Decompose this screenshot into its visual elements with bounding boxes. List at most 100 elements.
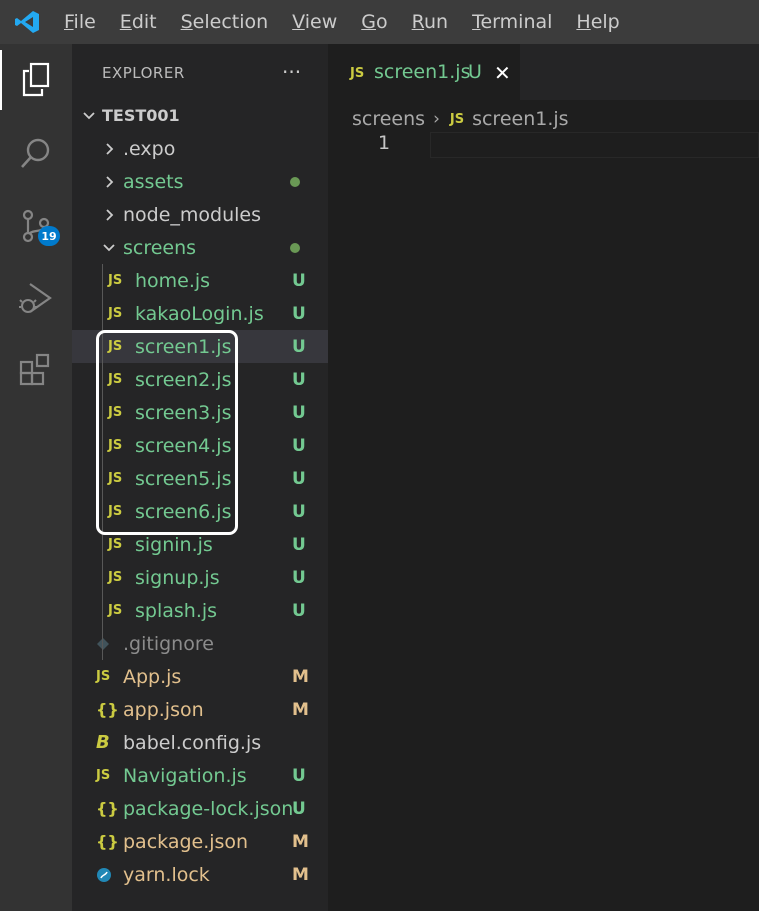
tree-item-label: kakaoLogin.js	[135, 302, 264, 325]
tree-file[interactable]: {} app.json M	[72, 693, 328, 726]
tree-folder[interactable]: node_modules	[72, 198, 328, 231]
tree-item-label: babel.config.js	[123, 731, 262, 754]
git-status: U	[292, 501, 306, 522]
git-status: M	[292, 831, 309, 852]
chevron-right-icon	[106, 142, 114, 155]
chevron-down-icon	[103, 243, 115, 251]
babel-file-icon: B	[96, 732, 110, 753]
tree-file[interactable]: JS App.js M	[72, 660, 328, 693]
git-status: U	[292, 270, 306, 291]
explorer-icon[interactable]	[0, 50, 72, 110]
tree-file[interactable]: JS splash.js U	[72, 594, 328, 627]
git-status: U	[292, 468, 306, 489]
tree-file[interactable]: JS kakaoLogin.js U	[72, 297, 328, 330]
tree-file[interactable]: Bbabel.config.js	[72, 726, 328, 759]
tree-item-label: signin.js	[135, 533, 213, 556]
tree-item-label: yarn.lock	[123, 863, 210, 886]
json-file-icon: {}	[96, 799, 119, 818]
menu-terminal[interactable]: Terminal	[472, 11, 552, 33]
json-file-icon: {}	[96, 700, 119, 719]
menu-file[interactable]: File	[64, 11, 96, 33]
close-icon[interactable]: ✕	[494, 61, 511, 85]
editor-area: JS screen1.js U ✕ screens › JS screen1.j…	[328, 44, 759, 911]
search-icon[interactable]	[0, 124, 72, 184]
tree-folder[interactable]: screens	[72, 231, 328, 264]
breadcrumb-file[interactable]: screen1.js	[472, 108, 568, 130]
status-dot	[290, 176, 300, 187]
more-actions-icon[interactable]: ···	[282, 60, 301, 84]
git-status: U	[292, 336, 306, 357]
run-debug-icon[interactable]	[0, 268, 72, 328]
git-status: M	[292, 864, 309, 885]
json-file-icon: {}	[96, 832, 119, 851]
menu-help[interactable]: Help	[576, 11, 619, 33]
explorer-title: EXPLORER	[102, 64, 185, 82]
menu-run[interactable]: Run	[412, 11, 448, 33]
tree-file[interactable]: JS signup.js U	[72, 561, 328, 594]
js-file-icon: JS	[108, 306, 123, 321]
git-status: U	[292, 369, 306, 390]
tree-file[interactable]: JS home.js U	[72, 264, 328, 297]
git-status: M	[292, 699, 309, 720]
tab-status: U	[468, 61, 482, 83]
tree-folder[interactable]: .expo	[72, 132, 328, 165]
menu-view[interactable]: View	[292, 11, 337, 33]
line-number: 1	[378, 132, 391, 154]
tree-item-label: .expo	[123, 137, 176, 160]
menu-selection[interactable]: Selection	[181, 11, 269, 33]
menu-bar: File Edit Selection View Go Run Terminal Help	[64, 0, 644, 44]
breadcrumb: screens › JS screen1.js	[352, 104, 569, 134]
workspace-root-label: TEST001	[102, 106, 180, 125]
tree-item-label: node_modules	[123, 203, 262, 226]
git-status: U	[292, 303, 306, 324]
highlight-box	[96, 330, 238, 535]
menu-go[interactable]: Go	[361, 11, 387, 33]
chevron-right-icon	[106, 175, 114, 188]
tab-label: screen1.js	[374, 61, 471, 83]
tree-item-label: home.js	[135, 269, 211, 292]
js-file-icon: JS	[350, 66, 365, 81]
git-status: U	[292, 435, 306, 456]
tree-item-label: splash.js	[135, 599, 218, 622]
vscode-logo-icon	[15, 11, 39, 33]
tree-file[interactable]: {} package-lock.json U	[72, 792, 328, 825]
tree-item-label: App.js	[123, 665, 182, 688]
extensions-icon[interactable]	[0, 340, 72, 400]
workspace-root[interactable]: TEST001	[72, 99, 328, 132]
tree-file[interactable]: JS Navigation.js U	[72, 759, 328, 792]
tree-file[interactable]: .gitignore	[72, 627, 328, 660]
tree-folder[interactable]: assets	[72, 165, 328, 198]
tree-item-label: package.json	[123, 830, 249, 853]
tab-bar: JS screen1.js U ✕	[328, 44, 759, 100]
git-status: M	[292, 666, 309, 687]
tree-file[interactable]: yarn.lock M	[72, 858, 328, 891]
tree-item-label: .gitignore	[123, 632, 214, 655]
git-status: U	[292, 798, 306, 819]
js-file-icon: JS	[108, 273, 123, 288]
activity-bar: 19	[0, 44, 72, 911]
title-bar: File Edit Selection View Go Run Terminal Help	[0, 0, 759, 44]
tree-item-label: screens	[123, 236, 197, 259]
git-status: U	[292, 534, 306, 555]
source-control-icon[interactable]: 19	[0, 196, 72, 256]
current-line[interactable]	[430, 132, 759, 158]
git-file-icon	[97, 637, 109, 650]
tree-item-label: assets	[123, 170, 184, 193]
tab-screen1[interactable]: JS screen1.js U ✕	[328, 44, 520, 100]
menu-edit[interactable]: Edit	[120, 11, 157, 33]
js-file-icon: JS	[108, 537, 123, 552]
git-status: U	[292, 765, 306, 786]
breadcrumb-folder[interactable]: screens	[352, 108, 425, 130]
tree-item-label: Navigation.js	[123, 764, 247, 787]
chevron-down-icon	[83, 111, 95, 119]
js-file-icon: JS	[96, 669, 111, 684]
git-status: U	[292, 567, 306, 588]
tree-item-label: signup.js	[135, 566, 220, 589]
tree-item-label: app.json	[123, 698, 204, 721]
git-status: U	[292, 402, 306, 423]
tree-file[interactable]: {} package.json M	[72, 825, 328, 858]
tree-item-label: package-lock.json	[123, 797, 294, 820]
js-file-icon: JS	[449, 111, 465, 127]
yarn-file-icon	[97, 867, 111, 882]
js-file-icon: JS	[108, 570, 123, 585]
